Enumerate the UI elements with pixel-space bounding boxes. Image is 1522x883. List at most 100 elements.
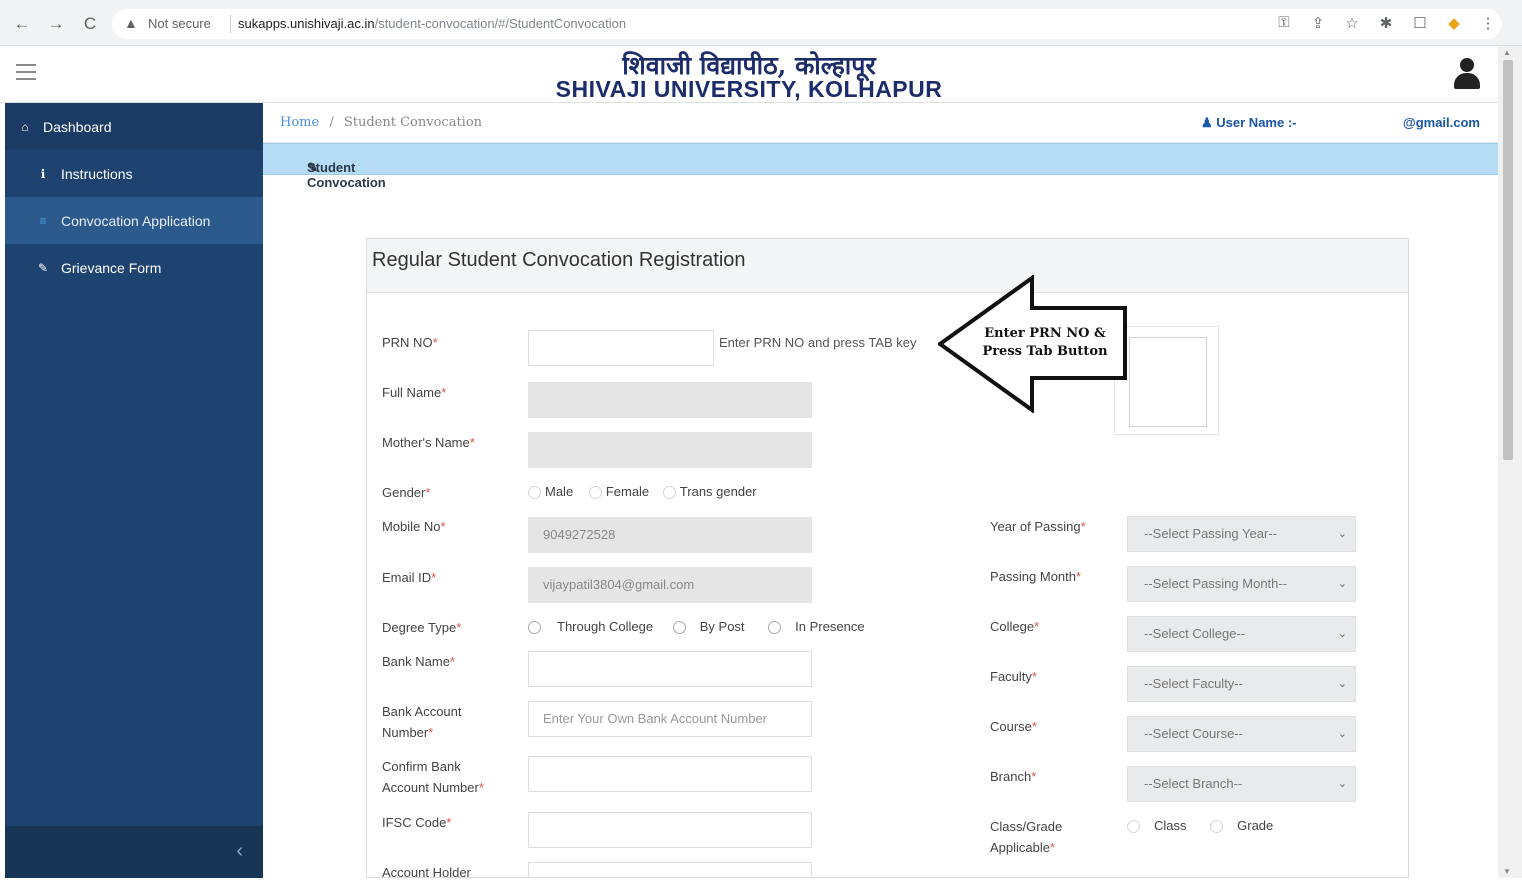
menu-icon[interactable]: ⋮	[1480, 14, 1496, 32]
account-holder-label: Account Holder	[382, 865, 471, 880]
class-option[interactable]: Class	[1127, 818, 1187, 834]
sidebar-item-grievance-form[interactable]: ✎ Grievance Form	[5, 244, 263, 291]
university-title-english: SHIVAJI UNIVERSITY, KOLHAPUR	[555, 76, 943, 102]
gender-trans-option[interactable]: Trans gender	[662, 484, 757, 500]
reload-icon[interactable]: C	[80, 14, 100, 34]
bank-account-input[interactable]: Enter Your Own Bank Account Number	[528, 701, 812, 737]
gender-male-option[interactable]: Male	[528, 484, 573, 500]
info-icon: ℹ	[40, 166, 46, 181]
url-path: /student-convocation/#/StudentConvocatio…	[374, 16, 627, 31]
list-icon: ≡	[39, 213, 47, 228]
scroll-up-icon[interactable]: ▲	[1503, 48, 1511, 57]
ifsc-label: IFSC Code*	[382, 815, 452, 830]
warning-icon[interactable]: ▲	[124, 15, 138, 31]
user-email: @gmail.com	[1403, 115, 1480, 130]
bank-name-label: Bank Name*	[382, 654, 455, 669]
chevron-down-icon: ⌄	[1337, 578, 1347, 590]
scroll-thumb[interactable]	[1503, 60, 1513, 460]
key-icon[interactable]: ⚿	[1276, 14, 1292, 32]
extension-icon[interactable]: ◆	[1446, 14, 1462, 32]
fullname-input[interactable]	[528, 382, 812, 418]
star-icon[interactable]: ☆	[1344, 14, 1360, 32]
back-icon[interactable]: ←	[12, 14, 32, 34]
omnibox-divider	[230, 15, 231, 33]
user-icon[interactable]	[1452, 58, 1482, 90]
sidebar-item-convocation-application[interactable]: ≡ Convocation Application	[5, 197, 263, 244]
branch-select[interactable]: --Select Branch-- ⌄	[1127, 766, 1356, 802]
course-label: Course*	[990, 719, 1037, 734]
mobile-label: Mobile No*	[382, 519, 446, 534]
account-holder-input[interactable]	[528, 862, 812, 878]
faculty-select[interactable]: --Select Faculty-- ⌄	[1127, 666, 1356, 702]
ifsc-input[interactable]	[528, 812, 812, 848]
year-of-passing-select[interactable]: --Select Passing Year-- ⌄	[1127, 516, 1356, 552]
share-icon[interactable]: ⇪	[1310, 14, 1326, 32]
browser-action-icons: ⚿ ⇪ ☆ ✱ ☐ ◆ ⋮	[1276, 14, 1496, 32]
mobile-input[interactable]: 9049272528	[528, 517, 812, 553]
degree-through-college-option[interactable]: Through College	[528, 619, 653, 635]
college-select[interactable]: --Select College-- ⌄	[1127, 616, 1356, 652]
radio-icon[interactable]	[528, 486, 541, 500]
passing-month-label: Passing Month*	[990, 569, 1082, 584]
sidebar-item-label: Convocation Application	[61, 212, 211, 229]
scroll-down-icon[interactable]: ▼	[1503, 867, 1511, 876]
prn-input[interactable]	[528, 330, 714, 366]
section-title-bar: ✎ Student Convocation	[263, 143, 1498, 190]
user-small-icon: ♟	[1201, 115, 1217, 130]
mother-name-input[interactable]	[528, 432, 812, 468]
browser-toolbar: ← → C ▲ Not secure sukapps.unishivaji.ac…	[0, 0, 1522, 46]
class-grade-label: Class/Grade Applicable*	[990, 819, 1063, 855]
prn-hint: Enter PRN NO and press TAB key	[719, 335, 917, 350]
radio-icon[interactable]	[1127, 820, 1140, 834]
sidebar-item-label: Grievance Form	[61, 259, 162, 276]
gender-label: Gender*	[382, 485, 431, 500]
grade-option[interactable]: Grade	[1210, 818, 1273, 834]
sidebar-footer: ‹	[5, 826, 263, 878]
email-input[interactable]: vijaypatil3804@gmail.com	[528, 567, 812, 603]
not-secure-label[interactable]: Not secure	[148, 16, 211, 31]
confirm-account-label: Confirm Bank Account Number*	[382, 759, 484, 795]
forward-icon[interactable]: →	[46, 14, 66, 34]
breadcrumb-separator: /	[329, 115, 334, 130]
course-select[interactable]: --Select Course-- ⌄	[1127, 716, 1356, 752]
chevron-down-icon: ⌄	[1337, 528, 1347, 540]
radio-icon[interactable]	[662, 486, 676, 500]
photo-placeholder	[1129, 337, 1207, 427]
chevron-down-icon: ⌄	[1337, 728, 1347, 740]
gender-radio-group: Male Female Trans gender	[528, 484, 757, 500]
bank-name-input[interactable]	[528, 651, 812, 687]
degree-by-post-option[interactable]: By Post	[672, 619, 745, 635]
chevron-down-icon: ⌄	[1337, 778, 1347, 790]
url-text[interactable]: sukapps.unishivaji.ac.in/student-convoca…	[238, 16, 626, 31]
radio-icon[interactable]	[768, 621, 782, 635]
fullname-label: Full Name*	[382, 385, 447, 400]
user-name-text: User Name :-	[1216, 115, 1297, 130]
section-title-text: Student Convocation	[307, 160, 386, 190]
degree-type-radio-group: Through College By Post In Presence	[528, 619, 865, 635]
sidebar: ⌂ Dashboard ℹ Instructions ≡ Convocation…	[5, 103, 263, 878]
email-label: Email ID*	[382, 570, 437, 585]
sidebar-item-dashboard[interactable]: ⌂ Dashboard	[5, 103, 263, 150]
panel-header: Regular Student Convocation Registration	[367, 239, 1408, 293]
page-scrollbar[interactable]: ▲ ▼	[1498, 46, 1522, 878]
year-of-passing-label: Year of Passing*	[990, 519, 1086, 534]
collapse-sidebar-icon[interactable]: ‹	[236, 840, 243, 863]
radio-icon[interactable]	[1210, 820, 1224, 834]
college-label: College*	[990, 619, 1040, 634]
user-name-label: ♟ User Name :-	[1201, 115, 1296, 131]
window-icon[interactable]: ☐	[1412, 14, 1428, 32]
prn-label: PRN NO*	[382, 335, 438, 350]
pin-icon[interactable]: ✱	[1378, 14, 1394, 32]
sidebar-item-instructions[interactable]: ℹ Instructions	[5, 150, 263, 197]
confirm-account-input[interactable]	[528, 756, 812, 792]
passing-month-select[interactable]: --Select Passing Month-- ⌄	[1127, 566, 1356, 602]
breadcrumb-home-link[interactable]: Home	[280, 115, 319, 130]
app-header: शिवाजी विद्यापीठ, कोल्हापूर SHIVAJI UNIV…	[0, 46, 1498, 103]
radio-icon[interactable]	[672, 621, 686, 635]
radio-icon[interactable]	[528, 621, 541, 635]
degree-in-presence-option[interactable]: In Presence	[768, 619, 865, 635]
gender-female-option[interactable]: Female	[588, 484, 649, 500]
class-grade-radio-group: Class Grade	[1127, 818, 1273, 834]
radio-icon[interactable]	[588, 486, 602, 500]
mother-name-label: Mother's Name*	[382, 435, 475, 450]
